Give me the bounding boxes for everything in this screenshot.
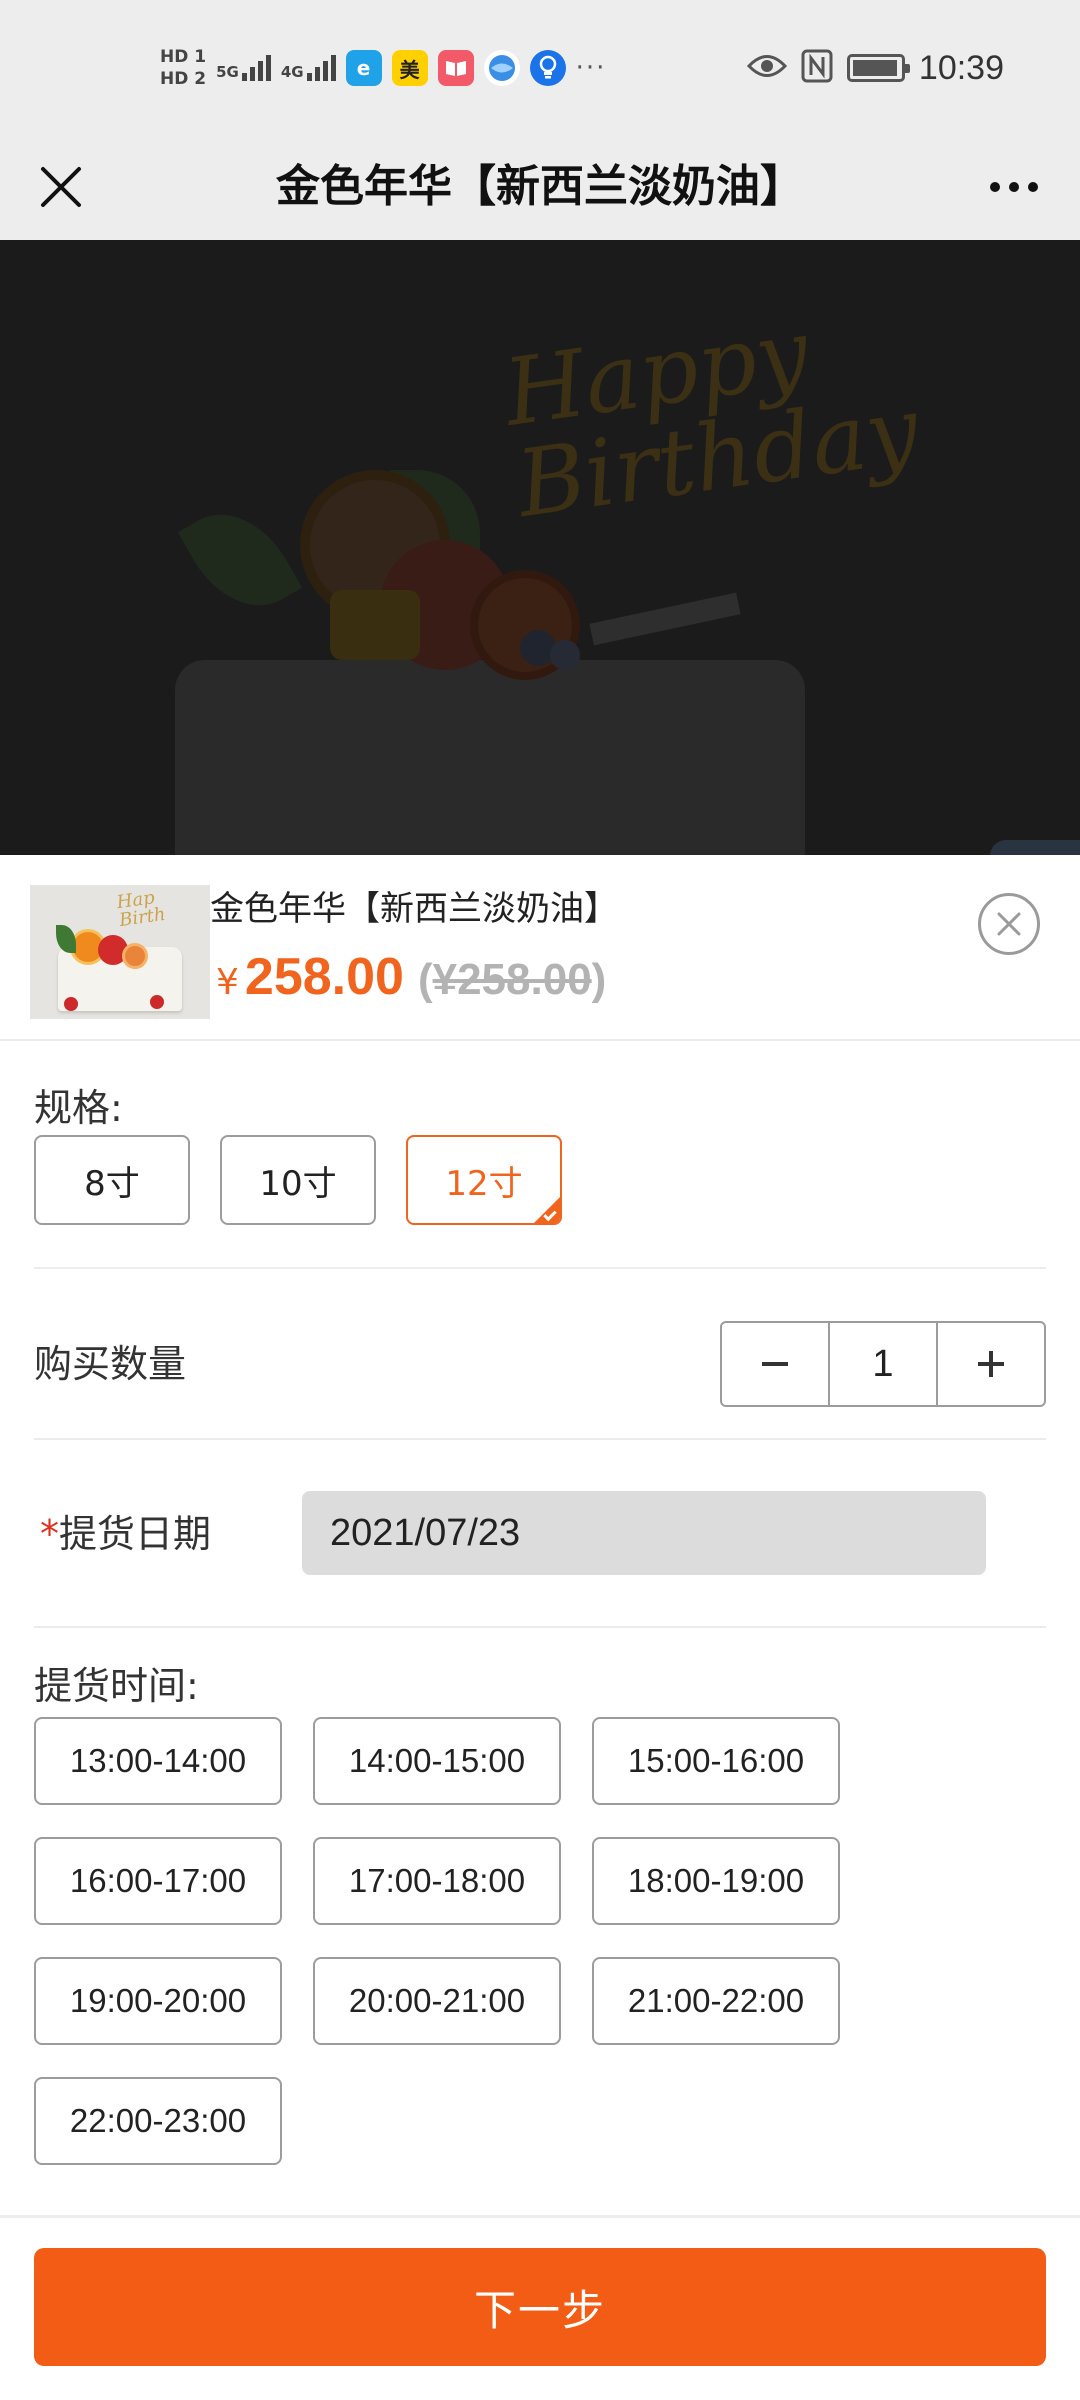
required-mark: *	[40, 1512, 59, 1556]
meituan-app-icon: 美	[391, 50, 428, 86]
thumbnail-fruit	[150, 995, 164, 1009]
increase-quantity-button[interactable]	[938, 1323, 1044, 1405]
quantity-stepper: 1	[720, 1321, 1046, 1407]
thumbnail-fruit	[122, 943, 148, 969]
product-image-overlay[interactable]: Happy Birthday	[0, 240, 1080, 855]
eye-icon	[746, 53, 787, 83]
product-summary: Hap Birth 金色年华【新西兰淡奶油】 ¥ 258.00 (¥258.00)	[0, 855, 1080, 1041]
decrease-quantity-button[interactable]	[722, 1323, 828, 1405]
hd-indicator: HD 1 HD 2	[160, 47, 207, 89]
purchase-sheet: Hap Birth 金色年华【新西兰淡奶油】 ¥ 258.00 (¥258.00)…	[0, 855, 1080, 2400]
time-slot-button[interactable]: 17:00-18:00	[313, 1837, 561, 1925]
more-notifications-icon: ···	[575, 53, 607, 83]
bulb-app-icon	[529, 50, 566, 86]
quantity-label: 购买数量	[34, 1342, 187, 1386]
happy-birthday-topper: Happy Birthday	[498, 298, 925, 539]
product-thumbnail: Hap Birth	[30, 885, 210, 1019]
nfc-icon	[801, 49, 833, 87]
pickup-time-label: 提货时间:	[34, 1664, 199, 1708]
title-bar: 金色年华【新西兰淡奶油】	[0, 134, 1080, 240]
thumbnail-leaf	[56, 925, 76, 953]
more-dot-icon	[990, 182, 1000, 192]
price-row: ¥ 258.00 (¥258.00)	[216, 947, 606, 1007]
divider	[34, 1438, 1046, 1440]
divider	[34, 1267, 1046, 1269]
leaf-decoration	[177, 492, 303, 628]
minus-icon	[762, 1362, 788, 1366]
spec-option-8[interactable]: 8寸	[34, 1135, 190, 1225]
more-options-button[interactable]	[976, 154, 1052, 220]
blueberry-decoration	[550, 640, 580, 670]
time-slot-button[interactable]: 15:00-16:00	[592, 1717, 840, 1805]
product-name: 金色年华【新西兰淡奶油】	[210, 889, 618, 929]
next-step-button[interactable]: 下一步	[34, 2248, 1046, 2366]
eleme-app-icon: e	[345, 50, 382, 86]
browser-app-icon	[483, 50, 520, 86]
spec-option-12[interactable]: 12寸	[406, 1135, 562, 1225]
thumbnail-fruit	[64, 997, 78, 1011]
pickup-date-field[interactable]: 2021/07/23	[302, 1491, 986, 1575]
more-dot-icon	[1009, 182, 1019, 192]
time-slot-button[interactable]: 14:00-15:00	[313, 1717, 561, 1805]
plus-icon	[978, 1351, 1004, 1377]
page-title: 金色年华【新西兰淡奶油】	[276, 161, 804, 212]
divider	[34, 1626, 1046, 1628]
card-topper-decoration	[589, 592, 741, 646]
book-app-icon	[437, 50, 474, 86]
bottom-action-bar: 下一步	[0, 2215, 1080, 2400]
time-slot-button[interactable]: 19:00-20:00	[34, 1957, 282, 2045]
side-tab	[990, 840, 1080, 855]
mango-decoration	[330, 590, 420, 660]
thumbnail-topper: Hap Birth	[115, 887, 167, 932]
original-price: (¥258.00)	[417, 955, 607, 1004]
signal-4g-icon: 4G	[281, 55, 336, 81]
battery-icon	[846, 54, 910, 82]
time-slot-button[interactable]: 22:00-23:00	[34, 2077, 282, 2165]
status-time: 10:39	[918, 48, 1004, 87]
time-slot-button[interactable]: 18:00-19:00	[592, 1837, 840, 1925]
more-dot-icon	[1028, 182, 1038, 192]
spec-option-label: 12寸	[445, 1163, 523, 1204]
pickup-date-label: *提货日期	[40, 1512, 212, 1556]
spec-label: 规格:	[34, 1086, 123, 1130]
current-price: 258.00	[244, 948, 404, 1006]
status-bar: HD 1 HD 2 5G 4G e 美 ··· 10:39	[0, 0, 1080, 134]
time-slot-button[interactable]: 21:00-22:00	[592, 1957, 840, 2045]
time-slot-button[interactable]: 13:00-14:00	[34, 1717, 282, 1805]
quantity-value[interactable]: 1	[828, 1323, 938, 1405]
currency-symbol: ¥	[216, 962, 239, 1003]
close-icon	[997, 912, 1021, 936]
spec-option-10[interactable]: 10寸	[220, 1135, 376, 1225]
cake-image-shape	[175, 660, 805, 855]
time-slot-button[interactable]: 16:00-17:00	[34, 1837, 282, 1925]
close-page-button[interactable]	[28, 154, 94, 220]
signal-5g-icon: 5G	[216, 55, 271, 81]
close-sheet-button[interactable]	[978, 893, 1040, 955]
time-slot-button[interactable]: 20:00-21:00	[313, 1957, 561, 2045]
close-icon	[41, 167, 81, 207]
